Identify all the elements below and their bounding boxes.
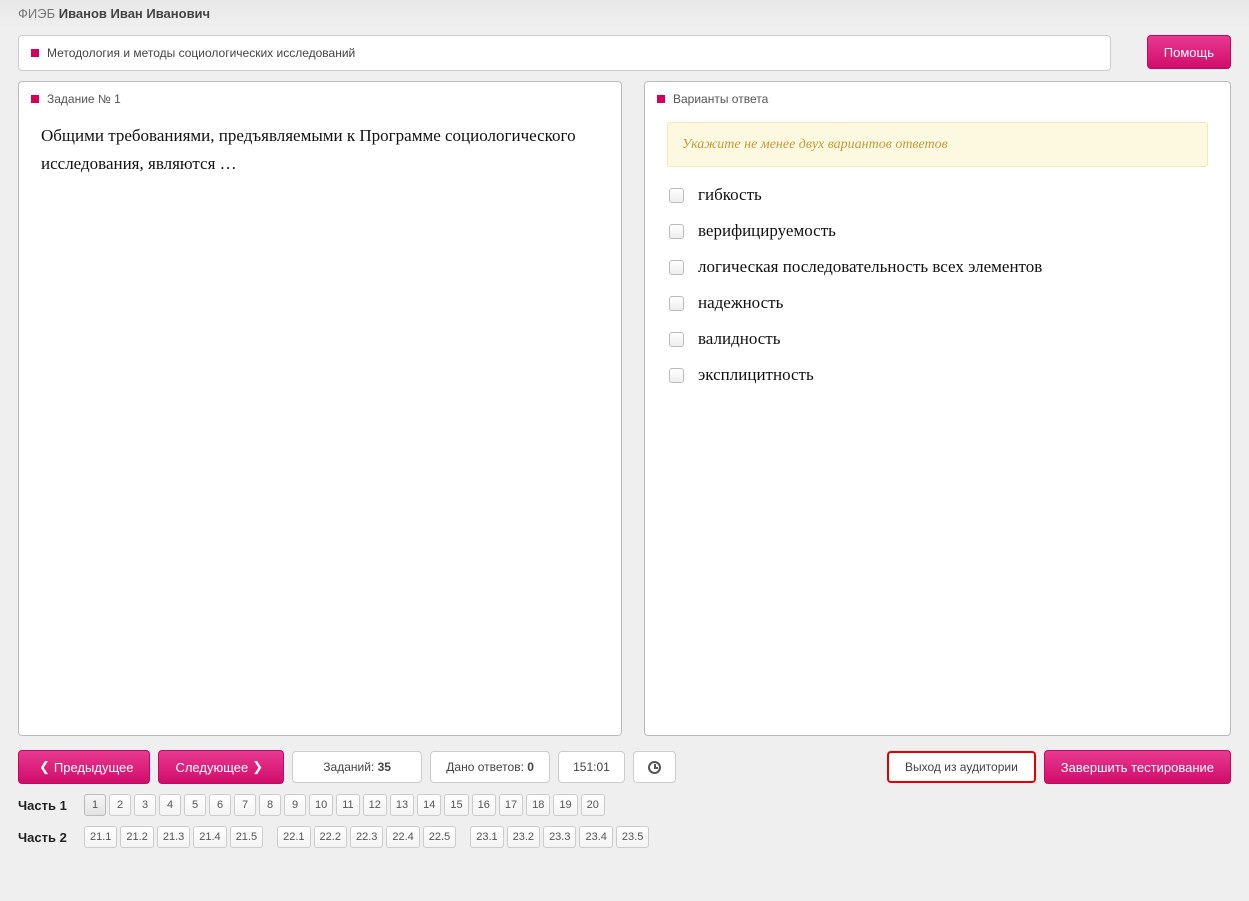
nav-task-button[interactable]: 16 <box>472 794 496 816</box>
checkbox-icon[interactable] <box>669 368 684 383</box>
finish-button[interactable]: Завершить тестирование <box>1044 750 1231 784</box>
chevron-right-icon: ❯ <box>252 759 263 775</box>
nav-task-button[interactable]: 17 <box>499 794 523 816</box>
chevron-left-icon: ❮ <box>39 759 50 775</box>
answer-hint: Укажите не менее двух вариантов ответов <box>667 122 1208 167</box>
nav-task-button[interactable]: 23.2 <box>507 826 540 848</box>
answer-option[interactable]: надежность <box>669 289 1208 317</box>
answer-list: гибкость верифицируемость логическая пос… <box>667 181 1208 389</box>
nav-task-button[interactable]: 19 <box>553 794 577 816</box>
nav-task-button[interactable]: 18 <box>526 794 550 816</box>
nav-task-button[interactable]: 9 <box>284 794 306 816</box>
nav-task-button[interactable]: 23.1 <box>470 826 503 848</box>
nav-task-button[interactable]: 14 <box>417 794 441 816</box>
checkbox-icon[interactable] <box>669 296 684 311</box>
answer-label: эксплицитность <box>698 361 814 389</box>
answer-label: логическая последовательность всех элеме… <box>698 253 1042 281</box>
answer-label: гибкость <box>698 181 762 209</box>
answer-label: валидность <box>698 325 780 353</box>
nav-task-button[interactable]: 23.4 <box>579 826 612 848</box>
nav-task-button[interactable]: 12 <box>363 794 387 816</box>
answered-count-box: Дано ответов: 0 <box>430 751 550 783</box>
answer-option[interactable]: валидность <box>669 325 1208 353</box>
answer-option[interactable]: логическая последовательность всех элеме… <box>669 253 1208 281</box>
nav-task-button[interactable]: 6 <box>209 794 231 816</box>
timer-value: 151:01 <box>573 760 610 774</box>
clock-icon <box>648 761 661 774</box>
square-icon <box>31 95 39 103</box>
help-button[interactable]: Помощь <box>1147 35 1231 69</box>
next-label: Следующее <box>175 760 248 775</box>
exit-label: Выход из аудитории <box>905 760 1018 774</box>
exit-button[interactable]: Выход из аудитории <box>887 751 1036 783</box>
question-title: Задание № 1 <box>47 92 121 106</box>
nav-task-button[interactable]: 3 <box>134 794 156 816</box>
tasks-label: Заданий: <box>323 760 374 774</box>
answer-option[interactable]: верифицируемость <box>669 217 1208 245</box>
nav-task-button[interactable]: 23.3 <box>543 826 576 848</box>
nav-task-button[interactable]: 4 <box>159 794 181 816</box>
answered-count: 0 <box>527 760 534 774</box>
nav-task-button[interactable]: 22.3 <box>350 826 383 848</box>
tasks-count-box: Заданий: 35 <box>292 751 422 783</box>
nav-task-button[interactable]: 11 <box>336 794 359 816</box>
checkbox-icon[interactable] <box>669 260 684 275</box>
help-label: Помощь <box>1164 45 1214 60</box>
timer-box: 151:01 <box>558 751 625 783</box>
nav-task-button[interactable]: 21.2 <box>120 826 153 848</box>
prev-label: Предыдущее <box>54 760 134 775</box>
nav-task-button[interactable]: 1 <box>84 794 106 816</box>
square-icon <box>31 49 39 57</box>
finish-label: Завершить тестирование <box>1061 760 1214 775</box>
answered-label: Дано ответов: <box>446 760 524 774</box>
checkbox-icon[interactable] <box>669 332 684 347</box>
part1-label: Часть 1 <box>18 798 74 813</box>
prev-button[interactable]: ❮ Предыдущее <box>18 750 150 784</box>
nav-task-button[interactable]: 21.1 <box>84 826 117 848</box>
answer-option[interactable]: гибкость <box>669 181 1208 209</box>
nav-task-button[interactable]: 8 <box>259 794 281 816</box>
nav-task-button[interactable]: 22.2 <box>314 826 347 848</box>
nav-task-button[interactable]: 21.3 <box>157 826 190 848</box>
question-text: Общими требованиями, предъявляемыми к Пр… <box>41 122 599 178</box>
clock-box <box>633 751 676 783</box>
nav-task-button[interactable]: 20 <box>581 794 605 816</box>
checkbox-icon[interactable] <box>669 188 684 203</box>
tasks-count: 35 <box>378 760 391 774</box>
nav-task-button[interactable]: 15 <box>444 794 468 816</box>
square-icon <box>657 95 665 103</box>
answer-option[interactable]: эксплицитность <box>669 361 1208 389</box>
nav-task-button[interactable]: 5 <box>184 794 206 816</box>
topic-box: Методология и методы социологических исс… <box>18 35 1111 71</box>
nav-task-button[interactable]: 21.5 <box>230 826 263 848</box>
nav-task-button[interactable]: 22.1 <box>277 826 310 848</box>
nav-task-button[interactable]: 22.4 <box>386 826 419 848</box>
nav-task-button[interactable]: 2 <box>109 794 131 816</box>
answers-title: Варианты ответа <box>673 92 768 106</box>
nav-task-button[interactable]: 13 <box>390 794 414 816</box>
header-prefix: ФИЭБ <box>18 6 55 21</box>
nav-task-button[interactable]: 21.4 <box>193 826 226 848</box>
nav-group-separator <box>459 826 467 848</box>
topic-text: Методология и методы социологических исс… <box>47 46 355 60</box>
nav-task-button[interactable]: 7 <box>234 794 256 816</box>
nav-group-separator <box>266 826 274 848</box>
nav-task-button[interactable]: 10 <box>309 794 333 816</box>
nav-task-button[interactable]: 23.5 <box>616 826 649 848</box>
part2-nav: Часть 2 21.121.221.321.421.5 22.122.222.3… <box>18 826 1231 848</box>
part2-label: Часть 2 <box>18 830 74 845</box>
answer-label: надежность <box>698 289 783 317</box>
header-username: Иванов Иван Иванович <box>59 6 210 21</box>
answers-panel: Варианты ответа Укажите не менее двух ва… <box>644 81 1231 736</box>
next-button[interactable]: Следующее ❯ <box>158 750 284 784</box>
header-bar: ФИЭБ Иванов Иван Иванович <box>0 0 1249 27</box>
checkbox-icon[interactable] <box>669 224 684 239</box>
answer-label: верифицируемость <box>698 217 836 245</box>
nav-task-button[interactable]: 22.5 <box>423 826 456 848</box>
question-panel: Задание № 1 Общими требованиями, предъяв… <box>18 81 622 736</box>
part1-nav: Часть 1 1234567891011121314151617181920 <box>18 794 1231 816</box>
